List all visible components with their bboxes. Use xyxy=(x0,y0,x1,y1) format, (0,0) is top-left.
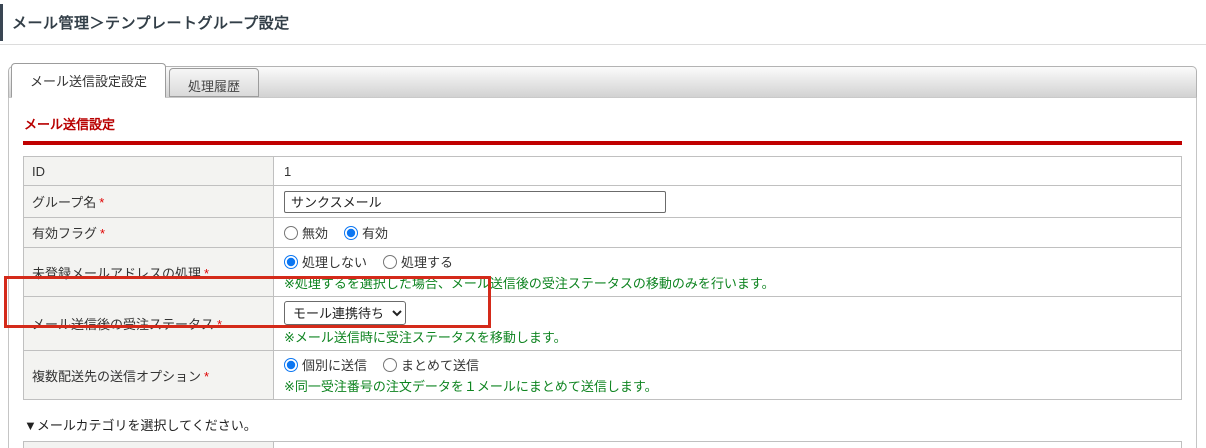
active-flag-label-cell: 有効フラグ * xyxy=(23,217,274,248)
page-title: メール管理＞テンプレートグループ設定 xyxy=(12,15,290,32)
radio-input-send-together[interactable] xyxy=(383,357,398,372)
order-status-label: メール送信後の受注ステータス xyxy=(32,317,215,332)
unregistered-address-label-cell: 未登録メールアドレスの処理 * xyxy=(23,247,274,297)
radio-input-process[interactable] xyxy=(383,254,398,269)
radio-option-enabled[interactable]: 有効 xyxy=(344,223,388,242)
multi-destination-value-cell: 個別に送信 まとめて送信 ※同一受注番号の注文データを１メールにまとめて送信しま… xyxy=(273,350,1182,400)
radio-input-enabled[interactable] xyxy=(344,225,359,240)
radio-label-send-together: まとめて送信 xyxy=(401,358,480,373)
radio-label-send-individually: 個別に送信 xyxy=(302,358,368,373)
tab-content: メール送信設定 ID 1 グループ名 * サンクスメール 有効フラグ * 無効 … xyxy=(8,98,1197,448)
id-label: ID xyxy=(32,163,45,179)
tab-bar: メール送信設定設定 処理履歴 xyxy=(8,63,1197,98)
id-value: 1 xyxy=(284,163,292,179)
radio-label-enabled: 有効 xyxy=(362,226,389,241)
radio-option-send-together[interactable]: まとめて送信 xyxy=(383,355,479,374)
active-flag-radio-group: 無効 有効 xyxy=(284,223,1171,242)
group-name-value-cell xyxy=(273,185,1182,218)
table-row-multi-destination: 複数配送先の送信オプション * 個別に送信 まとめて送信 ※同一受注番号の注文デー xyxy=(23,350,1182,400)
radio-option-send-individually[interactable]: 個別に送信 xyxy=(284,355,367,374)
group-name-label: グループ名 xyxy=(32,195,97,210)
mail-send-settings-table: ID 1 グループ名* 有効フラグ* xyxy=(23,156,1182,400)
multi-destination-label: 複数配送先の送信オプション xyxy=(32,368,202,384)
tab-panel: メール送信設定設定 処理履歴 メール送信設定 ID 1 グループ名 * サンクス… xyxy=(8,63,1197,448)
header-divider xyxy=(0,44,1206,45)
group-name-label-cell: グループ名 * xyxy=(23,185,274,218)
tab-process-history[interactable]: 処理履歴 xyxy=(169,68,260,97)
radio-label-process: 処理する xyxy=(401,255,454,270)
table-row-unregistered-address: 未登録メールアドレスの処理 * 処理しない 処理する ※処理するを選択した場合、メ xyxy=(23,247,1182,297)
section-title: メール送信設定 xyxy=(24,117,116,132)
multi-destination-label-cell: 複数配送先の送信オプション * xyxy=(23,350,274,400)
active-flag-value-cell: 無効 有効 xyxy=(273,217,1182,248)
order-status-label-cell: メール送信後の受注ステータス * xyxy=(23,296,274,351)
mail-category-heading: ▼メールカテゴリを選択してください。 xyxy=(24,418,257,433)
tab-mail-send-settings[interactable]: メール送信設定設定 xyxy=(11,63,167,98)
order-status-select[interactable]: モール連携待ち xyxy=(284,301,406,325)
order-status-value-cell: モール連携待ち ※メール送信時に受注ステータスを移動します。 xyxy=(273,296,1182,351)
id-value-cell: 1 xyxy=(273,156,1182,186)
unregistered-address-value-cell: 処理しない 処理する ※処理するを選択した場合、メール送信後の受注ステータスの移… xyxy=(273,247,1182,297)
order-status-note: ※メール送信時に受注ステータスを移動します。 xyxy=(284,330,567,345)
radio-input-no-process[interactable] xyxy=(284,254,298,269)
group-name-input[interactable] xyxy=(284,190,666,213)
radio-input-send-individually[interactable] xyxy=(284,357,298,372)
unregistered-address-label: 未登録メールアドレスの処理 xyxy=(32,265,202,281)
radio-label-disabled: 無効 xyxy=(302,226,329,241)
table-row-group-name: グループ名 * xyxy=(23,185,1182,218)
multi-destination-note: ※同一受注番号の注文データを１メールにまとめて送信します。 xyxy=(284,379,658,394)
unregistered-address-radio-group: 処理しない 処理する xyxy=(284,252,1171,271)
table-row-active-flag: 有効フラグ * 無効 有効 xyxy=(23,217,1182,248)
required-mark: * xyxy=(99,195,105,210)
id-label-cell: ID xyxy=(23,156,274,186)
table-row-id: ID 1 xyxy=(23,156,1182,186)
radio-label-no-process: 処理しない xyxy=(302,255,368,270)
page-header: メール管理＞テンプレートグループ設定 xyxy=(0,4,1206,41)
required-mark: * xyxy=(204,265,210,281)
section-rule xyxy=(23,141,1182,145)
table-row-order-status: メール送信後の受注ステータス * モール連携待ち ※メール送信時に受注ステータスを… xyxy=(23,296,1182,351)
radio-option-no-process[interactable]: 処理しない xyxy=(284,252,367,271)
required-mark: * xyxy=(204,368,210,384)
mail-category-label-cell: メールカテゴリ* xyxy=(23,441,274,448)
mail-category-value-cell: サンクスメール 入金確認 発送完了 フォローメール xyxy=(273,441,1182,448)
unregistered-address-note: ※処理するを選択した場合、メール送信後の受注ステータスの移動のみを行います。 xyxy=(284,276,775,291)
radio-input-disabled[interactable] xyxy=(284,225,298,240)
radio-option-process[interactable]: 処理する xyxy=(383,252,453,271)
required-mark: * xyxy=(217,317,223,332)
radio-option-disabled[interactable]: 無効 xyxy=(284,223,328,242)
mail-category-table: メールカテゴリ* サンクスメール 入金確認 xyxy=(23,441,1182,448)
active-flag-label: 有効フラグ xyxy=(32,226,98,241)
required-mark: * xyxy=(100,226,106,241)
multi-destination-radio-group: 個別に送信 まとめて送信 xyxy=(284,355,1171,374)
table-row-mail-category: メールカテゴリ* サンクスメール 入金確認 xyxy=(23,441,1182,448)
